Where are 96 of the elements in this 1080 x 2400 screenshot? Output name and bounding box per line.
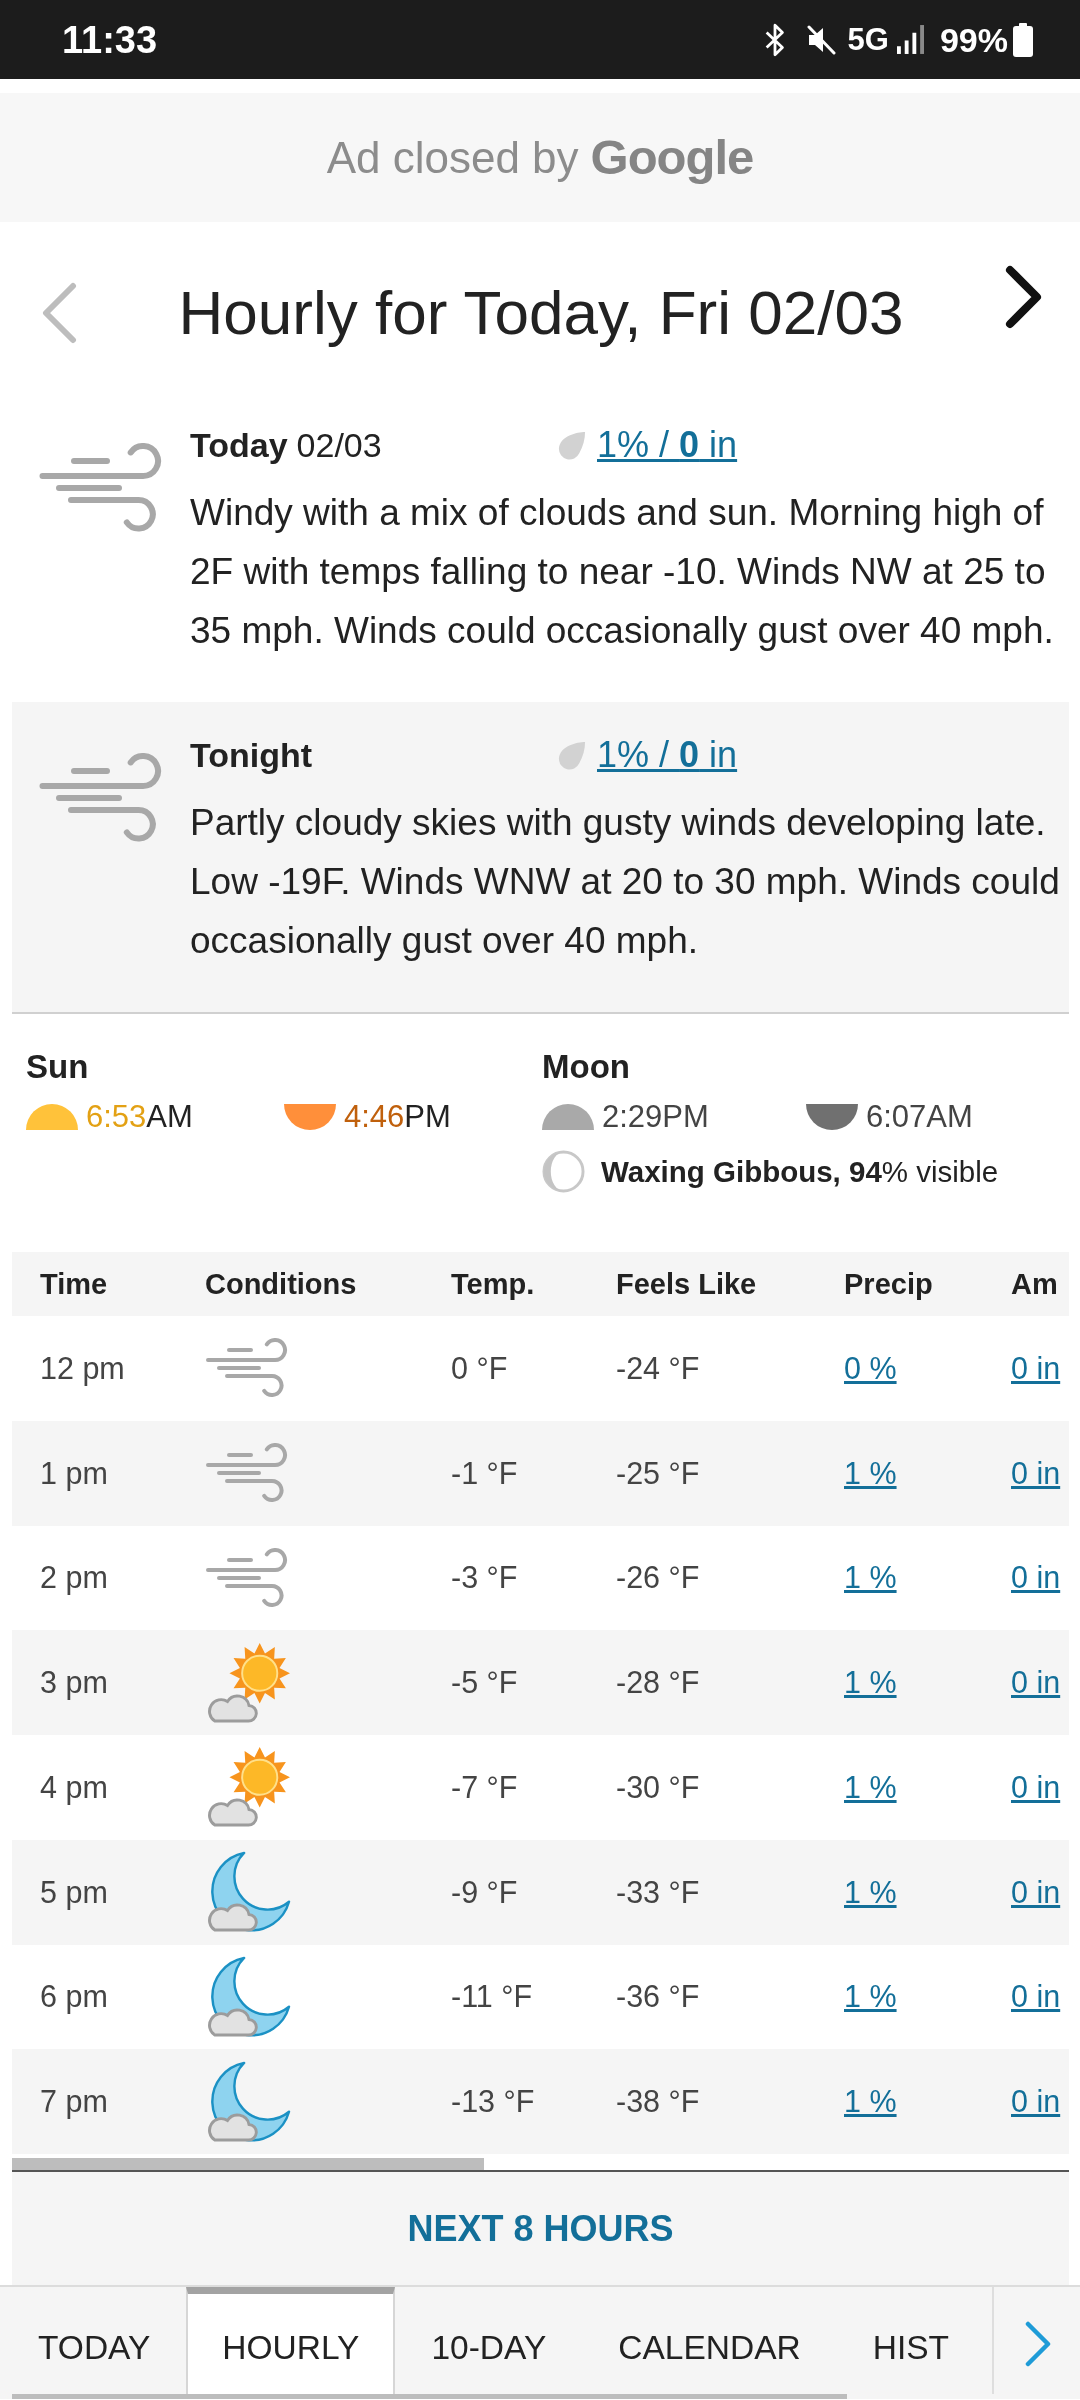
raindrop-icon [556,739,587,771]
wind-icon [205,1443,289,1504]
scrollbar-thumb[interactable] [12,2158,484,2170]
sunrise-time: 6:53AM [86,1099,193,1135]
column-header: Temp. [451,1267,535,1300]
chevron-left-icon[interactable] [40,282,77,344]
wind-icon [205,1547,289,1608]
precip-link[interactable]: 1 % [844,1874,897,1909]
amount-link[interactable]: 0 in [1011,1979,1061,2014]
feels-like-text: -28 °F [616,1665,700,1700]
network-text: 5G [847,24,889,55]
sunrise-icon [26,1104,78,1130]
chevron-right-icon[interactable] [1005,265,1043,329]
temperature-text: -1 °F [451,1455,518,1490]
ad-brand-text: Google [590,133,754,182]
temperature-text: -7 °F [451,1769,518,1804]
moonset-time: 6:07AM [866,1099,973,1135]
moonset-icon [806,1104,858,1130]
moon-heading: Moon [542,1047,631,1087]
moonrise-icon [542,1104,594,1130]
feels-like-text: -30 °F [616,1769,700,1804]
precip-link[interactable]: 1 % [844,2084,897,2119]
feels-like-text: -26 °F [616,1560,700,1595]
amount-link[interactable]: 0 in [1011,1665,1061,1700]
temperature-text: -9 °F [451,1874,518,1909]
column-header: Feels Like [616,1267,757,1300]
nav-tab[interactable]: HIST [836,2287,985,2394]
page-title: Hourly for Today, Fri 02/03 [177,278,905,348]
feels-like-text: -38 °F [616,2084,700,2119]
amount-link[interactable]: 0 in [1011,2084,1061,2119]
hour-text: 6 pm [40,1979,108,2014]
sun-cloud-icon [205,1641,291,1724]
mute-icon [805,23,836,56]
column-header: Conditions [205,1267,357,1300]
period-description: Partly cloudy skies with gusty winds developing late. Low -19F. Winds WNW at 20 to 30 mph. Winds could occasionally gust over 40 mph. [190,801,1061,963]
precip-link[interactable]: 1% / 0 in [597,423,738,467]
amount-link[interactable]: 0 in [1011,1874,1061,1909]
hour-text: 12 pm [40,1350,125,1385]
temperature-text: -3 °F [451,1560,518,1595]
amount-link[interactable]: 0 in [1011,1769,1061,1804]
temperature-text: -5 °F [451,1665,518,1700]
column-header: Time [40,1267,108,1300]
feels-like-text: -24 °F [616,1350,700,1385]
ad-closed-text: Ad closed by [326,135,579,180]
column-header: Am [1011,1267,1058,1300]
wind-icon [205,1338,289,1399]
nav-tab[interactable]: CALENDAR [582,2287,837,2394]
precip-link[interactable]: 1 % [844,1665,897,1700]
precip-link[interactable]: 1 % [844,1979,897,2014]
feels-like-text: -25 °F [616,1455,700,1490]
hour-text: 5 pm [40,1874,108,1909]
scrollbar-thumb[interactable] [12,2394,847,2399]
clock-text: 11:33 [62,20,158,59]
precip-link[interactable]: 1 % [844,1560,897,1595]
precip-link[interactable]: 1 % [844,1769,897,1804]
period-date: 02/03 [296,425,382,466]
signal-icon [896,25,924,54]
sun-cloud-icon [205,1746,291,1829]
wind-icon [38,443,164,533]
moon-cloud-icon [205,1851,291,1934]
precip-link[interactable]: 0 % [844,1350,897,1385]
sunset-time: 4:46PM [344,1099,451,1135]
nav-tab[interactable]: 10-DAY [395,2287,583,2394]
nav-tab[interactable]: TODAY [2,2287,187,2394]
temperature-text: 0 °F [451,1350,508,1385]
moon-cloud-icon [205,2060,291,2143]
next-hours-button[interactable]: NEXT 8 HOURS [12,2172,1069,2285]
hour-text: 1 pm [40,1455,108,1490]
column-header: Precip [844,1267,933,1300]
moon-phase-icon [542,1150,585,1193]
temperature-text: -11 °F [451,1979,533,2014]
battery-text: 99% [939,22,1008,57]
period-name: Tonight [190,735,313,776]
moonrise-time: 2:29PM [602,1099,709,1135]
moon-phase-text: Waxing Gibbous, 94% visible [601,1153,999,1190]
hour-text: 2 pm [40,1560,108,1595]
hour-text: 4 pm [40,1769,108,1804]
amount-link[interactable]: 0 in [1011,1350,1061,1385]
period-description: Windy with a mix of clouds and sun. Morning high of 2F with temps falling to near -10. Winds NW at 25 to 35 mph. Winds could occasionally gust over 40 mph. [190,491,1055,653]
precip-link[interactable]: 1 % [844,1455,897,1490]
amount-link[interactable]: 0 in [1011,1455,1061,1490]
temperature-text: -13 °F [451,2084,535,2119]
hour-text: 3 pm [40,1665,108,1700]
nav-tab[interactable]: HOURLY [186,2287,396,2394]
feels-like-text: -36 °F [616,1979,700,2014]
raindrop-icon [556,429,587,461]
hour-text: 7 pm [40,2084,108,2119]
battery-icon [1013,22,1033,57]
precip-link[interactable]: 1% / 0 in [597,733,738,777]
moon-cloud-icon [205,1955,291,2038]
amount-link[interactable]: 0 in [1011,1560,1061,1595]
feels-like-text: -33 °F [616,1874,700,1909]
period-name: Today [190,425,288,466]
wind-icon [38,753,164,843]
sunset-icon [284,1104,336,1130]
sun-heading: Sun [26,1047,90,1087]
